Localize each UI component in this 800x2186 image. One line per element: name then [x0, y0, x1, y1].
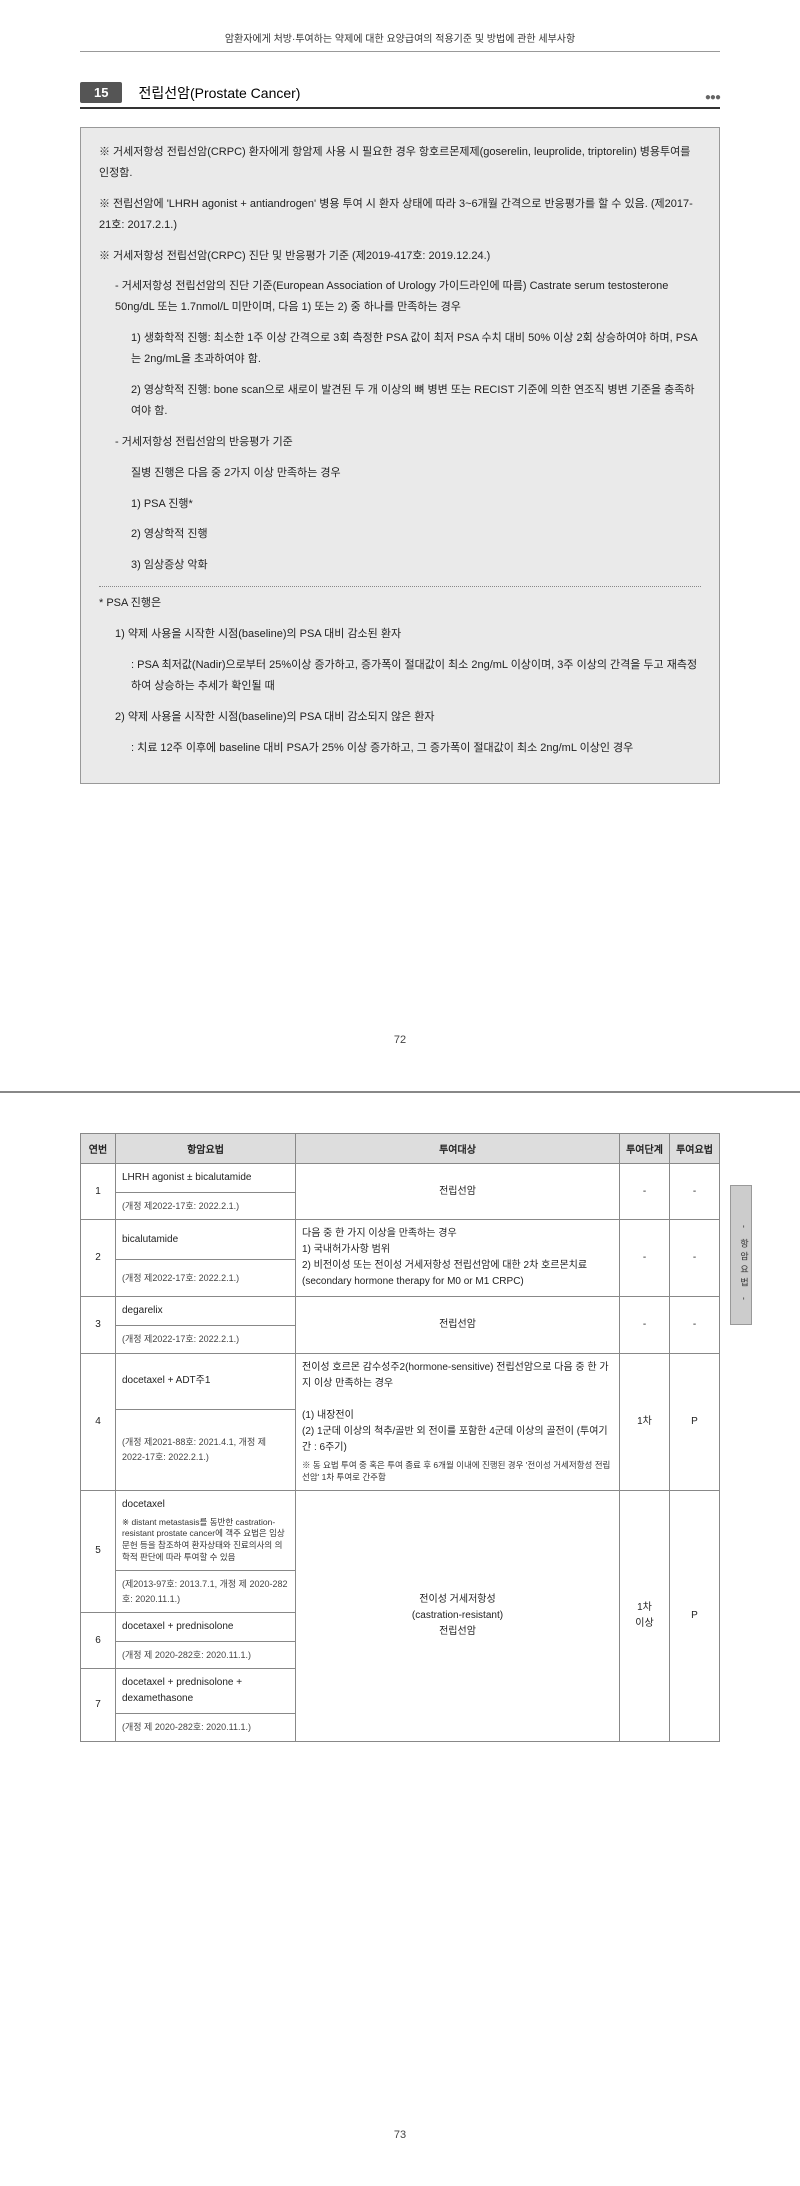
drug-name: docetaxel + prednisolone + dexamethasone: [116, 1669, 296, 1714]
diag-criteria: - 거세저항성 전립선암의 진단 기준(European Association…: [99, 276, 701, 318]
drug-name: docetaxel + prednisolone: [116, 1612, 296, 1641]
psa-2a: : 치료 12주 이후에 baseline 대비 PSA가 25% 이상 증가하…: [99, 738, 701, 759]
therapy-table: 연번 항암요법 투여대상 투여단계 투여요법 1 LHRH agonist ± …: [80, 1133, 720, 1742]
note-1: ※ 거세저항성 전립선암(CRPC) 환자에게 항암제 사용 시 필요한 경우 …: [99, 142, 701, 184]
psa-1: 1) 약제 사용을 시작한 시점(baseline)의 PSA 대비 감소된 환…: [99, 624, 701, 645]
criteria-box: ※ 거세저항성 전립선암(CRPC) 환자에게 항암제 사용 시 필요한 경우 …: [80, 127, 720, 784]
th-num: 연번: [81, 1134, 116, 1164]
table-row: 3 degarelix 전립선암 - -: [81, 1297, 720, 1326]
drug-name: docetaxel + ADT주1: [116, 1353, 296, 1409]
revision: (개정 제 2020-282호: 2020.11.1.): [116, 1714, 296, 1741]
target: 전립선암: [296, 1164, 620, 1220]
psa-1a: : PSA 최저값(Nadir)으로부터 25%이상 증가하고, 증가폭이 절대…: [99, 655, 701, 697]
stage: -: [620, 1164, 670, 1220]
section-header: 15 전립선암(Prostate Cancer) ●●●: [80, 82, 720, 109]
revision: (개정 제 2020-282호: 2020.11.1.): [116, 1641, 296, 1668]
page-number-2: 73: [0, 2129, 800, 2141]
row-num: 1: [81, 1164, 116, 1220]
target: 전이성 거세저항성 (castration-resistant) 전립선암: [296, 1490, 620, 1741]
response-2: 2) 영상학적 진행: [99, 524, 701, 545]
th-stage: 투여단계: [620, 1134, 670, 1164]
page-number-1: 72: [0, 1034, 800, 1046]
stage: -: [620, 1220, 670, 1297]
row-num: 2: [81, 1220, 116, 1297]
drug-text: docetaxel: [122, 1497, 289, 1513]
response-criteria: - 거세저항성 전립선암의 반응평가 기준: [99, 432, 701, 453]
table-row: 1 LHRH agonist ± bicalutamide 전립선암 - -: [81, 1164, 720, 1193]
target: 전이성 호르몬 감수성주2(hormone-sensitive) 전립선암으로 …: [296, 1353, 620, 1490]
decorative-dots: ●●●: [705, 92, 720, 103]
revision: (개정 제2022-17호: 2022.2.1.): [116, 1259, 296, 1296]
page-header: 암환자에게 처방·투여하는 약제에 대한 요양급여의 적용기준 및 방법에 관한…: [80, 30, 720, 52]
note-3-head: ※ 거세저항성 전립선암(CRPC) 진단 및 반응평가 기준 (제2019-4…: [99, 246, 701, 267]
response-3: 3) 임상증상 악화: [99, 555, 701, 576]
target-note: ※ 동 요법 투여 중 혹은 투여 종료 후 6개월 이내에 진행된 경우 '전…: [302, 1460, 613, 1484]
table-row: 4 docetaxel + ADT주1 전이성 호르몬 감수성주2(hormon…: [81, 1353, 720, 1409]
th-method: 투여요법: [670, 1134, 720, 1164]
revision: (개정 제2022-17호: 2022.2.1.): [116, 1193, 296, 1220]
method: -: [670, 1297, 720, 1353]
revision: (제2013-97호: 2013.7.1, 개정 제 2020-282호: 20…: [116, 1571, 296, 1613]
revision: (개정 제2022-17호: 2022.2.1.): [116, 1326, 296, 1353]
table-row: 5 docetaxel ※ distant metastasis를 동반한 ca…: [81, 1490, 720, 1571]
diag-1: 1) 생화학적 진행: 최소한 1주 이상 간격으로 3회 측정한 PSA 값이…: [99, 328, 701, 370]
drug-name: degarelix: [116, 1297, 296, 1326]
side-tab: - 항암요법 -: [730, 1185, 752, 1325]
response-1: 1) PSA 진행*: [99, 494, 701, 515]
drug-name: LHRH agonist ± bicalutamide: [116, 1164, 296, 1193]
divider: [99, 586, 701, 587]
target: 전립선암: [296, 1297, 620, 1353]
row-num: 3: [81, 1297, 116, 1353]
table-row: 2 bicalutamide 다음 중 한 가지 이상을 만족하는 경우 1) …: [81, 1220, 720, 1260]
row-num: 6: [81, 1612, 116, 1668]
response-desc: 질병 진행은 다음 중 2가지 이상 만족하는 경우: [99, 463, 701, 484]
target: 다음 중 한 가지 이상을 만족하는 경우 1) 국내허가사항 범위 2) 비전…: [296, 1220, 620, 1297]
method: -: [670, 1164, 720, 1220]
method: -: [670, 1220, 720, 1297]
row-num: 5: [81, 1490, 116, 1612]
section-number: 15: [80, 82, 122, 103]
revision: (개정 제2021-88호: 2021.4.1, 개정 제2022-17호: 2…: [116, 1409, 296, 1490]
method: P: [670, 1490, 720, 1741]
stage: 1차 이상: [620, 1490, 670, 1741]
target-text: 전이성 호르몬 감수성주2(hormone-sensitive) 전립선암으로 …: [302, 1360, 613, 1456]
section-title: 전립선암(Prostate Cancer): [138, 83, 300, 103]
psa-head: * PSA 진행은: [99, 593, 701, 614]
note-2: ※ 전립선암에 'LHRH agonist + antiandrogen' 병용…: [99, 194, 701, 236]
drug-note: ※ distant metastasis를 동반한 castration-res…: [122, 1517, 289, 1565]
drug-name: docetaxel ※ distant metastasis를 동반한 cast…: [116, 1490, 296, 1571]
row-num: 7: [81, 1669, 116, 1741]
diag-2: 2) 영상학적 진행: bone scan으로 새로이 발견된 두 개 이상의 …: [99, 380, 701, 422]
row-num: 4: [81, 1353, 116, 1490]
stage: -: [620, 1297, 670, 1353]
drug-name: bicalutamide: [116, 1220, 296, 1260]
th-drug: 항암요법: [116, 1134, 296, 1164]
method: P: [670, 1353, 720, 1490]
th-target: 투여대상: [296, 1134, 620, 1164]
psa-2: 2) 약제 사용을 시작한 시점(baseline)의 PSA 대비 감소되지 …: [99, 707, 701, 728]
stage: 1차: [620, 1353, 670, 1490]
